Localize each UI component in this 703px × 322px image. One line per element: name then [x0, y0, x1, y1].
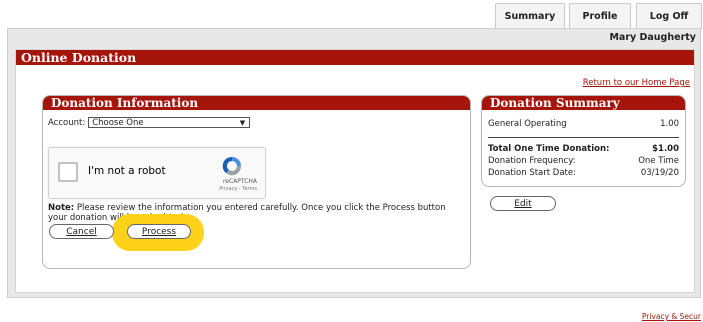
recaptcha-label: I'm not a robot	[88, 165, 166, 177]
donation-summary-title: Donation Summary	[482, 96, 685, 110]
total-label: Total One Time Donation:	[488, 144, 610, 154]
chevron-down-icon: ▼	[239, 119, 246, 127]
account-label: Account:	[48, 117, 86, 128]
edit-button[interactable]: Edit	[490, 196, 556, 211]
note-label: Note:	[48, 203, 75, 213]
account-row: Account: Choose One ▼	[48, 117, 251, 128]
user-name: Mary Daugherty	[609, 32, 696, 43]
content-area: Online Donation Return to our Home Page …	[15, 49, 695, 293]
donation-summary-panel: Donation Summary General Operating 1.00 …	[481, 95, 686, 187]
fund-name: General Operating	[488, 119, 567, 129]
page-frame: Mary Daugherty Online Donation Return to…	[7, 28, 701, 298]
account-select-value: Choose One	[92, 118, 144, 128]
frequency-value: One Time	[638, 156, 679, 166]
summary-divider	[488, 137, 679, 138]
recaptcha-brand: reCAPTCHA	[222, 178, 257, 185]
cancel-button[interactable]: Cancel	[49, 224, 114, 239]
recaptcha-widget: I'm not a robot reCAPTCHA Privacy - Term…	[48, 147, 266, 199]
start-date-value: 03/19/20	[640, 168, 679, 178]
note-text: Please review the information you entere…	[48, 203, 446, 223]
page-title: Online Donation	[16, 50, 694, 65]
recaptcha-legal-links[interactable]: Privacy - Terms	[219, 186, 257, 192]
recaptcha-logo-icon	[222, 156, 242, 176]
home-page-link[interactable]: Return to our Home Page	[583, 78, 690, 88]
donation-information-title: Donation Information	[43, 96, 470, 110]
donation-information-panel: Donation Information Account: Choose One…	[42, 95, 471, 269]
total-value: $1.00	[652, 144, 679, 154]
account-select[interactable]: Choose One ▼	[88, 117, 251, 128]
fund-row: General Operating 1.00	[488, 119, 679, 129]
tab-log-off[interactable]: Log Off	[636, 3, 702, 29]
start-date-row: Donation Start Date: 03/19/20	[488, 168, 679, 178]
start-date-label: Donation Start Date:	[488, 168, 576, 178]
frequency-row: Donation Frequency: One Time	[488, 156, 679, 166]
frequency-label: Donation Frequency:	[488, 156, 576, 166]
fund-amount: 1.00	[660, 119, 679, 129]
tab-summary[interactable]: Summary	[495, 3, 565, 29]
process-button[interactable]: Process	[127, 224, 191, 239]
submit-note: Note: Please review the information you …	[48, 203, 460, 223]
privacy-security-link[interactable]: Privacy & Secur	[642, 312, 701, 321]
total-row: Total One Time Donation: $1.00	[488, 144, 679, 154]
tab-profile[interactable]: Profile	[569, 3, 631, 29]
recaptcha-checkbox[interactable]	[58, 162, 78, 182]
